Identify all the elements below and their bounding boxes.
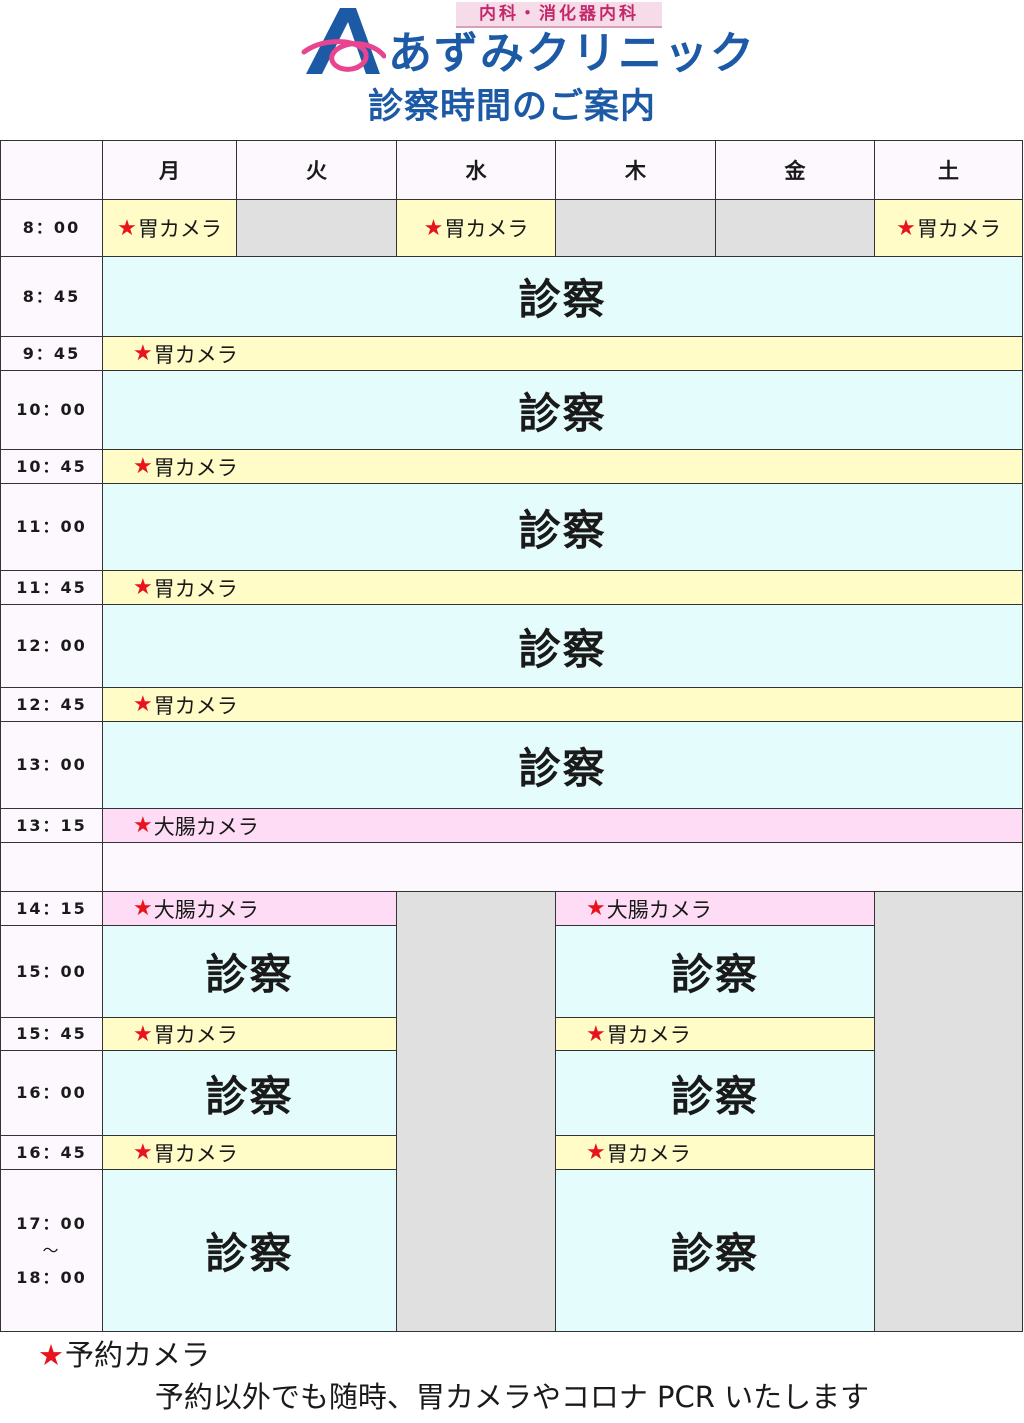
star-icon: ★ [896,215,916,241]
time-800: 8：00 [0,199,103,257]
thu-fri-consultation: 診察 [555,925,875,1018]
thu-fri-consultation: 診察 [555,1169,875,1332]
subtitle-banner: 内科・消化器内科 [456,2,662,28]
day-wed: 水 [396,140,556,200]
mon-tue-colon-camera: ★ 大腸カメラ [102,891,397,926]
gastro-camera-row: ★ 胃カメラ [102,449,1023,484]
star-icon: ★ [133,341,153,366]
star-icon: ★ [133,575,153,600]
time-1045: 10：45 [0,449,103,484]
clinic-subtitle: 内科・消化器内科 [479,4,639,24]
time-945: 9：45 [0,336,103,371]
mon-gastro-camera: ★ 胃カメラ [102,199,237,257]
gastro-camera-row: ★ 胃カメラ [102,570,1023,605]
day-fri: 金 [715,140,875,200]
time-1600: 16：00 [0,1050,103,1136]
star-icon: ★ [586,1021,606,1047]
star-icon: ★ [133,813,153,838]
time-1315: 13：15 [0,808,103,843]
legend: ★予約カメラ [38,1335,210,1375]
time-1145: 11：45 [0,570,103,605]
day-thu: 木 [555,140,716,200]
corner-cell [0,140,103,200]
star-icon: ★ [423,215,444,241]
mon-tue-consultation: 診察 [102,925,397,1018]
break-row [102,842,1023,892]
thu-fri-colon-camera: ★ 大腸カメラ [555,891,875,926]
mon-tue-consultation: 診察 [102,1050,397,1136]
sat-afternoon-closed [874,891,1023,1332]
sat-gastro-camera: ★ 胃カメラ [874,199,1023,257]
header: 内科・消化器内科 あずみクリニック 診察時間のご案内 [0,0,1024,135]
star-icon: ★ [133,692,153,717]
star-icon: ★ [133,454,153,479]
time-1645: 16：45 [0,1135,103,1170]
clinic-name: あずみクリニック [388,28,756,79]
mon-tue-gastro-camera: ★ 胃カメラ [102,1017,397,1051]
page-title: 診察時間のご案内 [367,87,656,127]
mon-tue-gastro-camera: ★ 胃カメラ [102,1135,397,1170]
gastro-camera-row: ★ 胃カメラ [102,687,1023,722]
day-mon: 月 [102,140,237,200]
thu-fri-gastro-camera: ★ 胃カメラ [555,1017,875,1051]
schedule-table: 月 火 水 木 金 土 8：00 ★ 胃カメラ ★ 胃カメラ ★ 胃カメラ 8：45 … [0,140,1024,1332]
consultation-block: 診察 [102,721,1023,809]
time-845: 8：45 [0,256,103,337]
footer-note: 予約以外でも随時、胃カメラやコロナ PCR いたします [154,1380,870,1414]
fri-closed [715,199,875,257]
time-1500: 15：00 [0,925,103,1018]
consultation-block: 診察 [102,483,1023,571]
clinic-logo-icon [301,8,386,74]
break-time-label [0,842,103,892]
star-icon: ★ [133,1021,153,1047]
star-icon: ★ [38,1338,64,1372]
tue-closed [236,199,397,257]
consultation-block: 診察 [102,604,1023,688]
time-1245: 12：45 [0,687,103,722]
thu-fri-gastro-camera: ★ 胃カメラ [555,1135,875,1170]
thu-closed [555,199,716,257]
consultation-block: 診察 [102,370,1023,450]
star-icon: ★ [133,896,153,921]
time-1000: 10：00 [0,370,103,450]
consultation-block: 診察 [102,256,1023,337]
colon-camera-row: ★ 大腸カメラ [102,808,1023,843]
time-1415: 14：15 [0,891,103,926]
star-icon: ★ [133,1140,153,1165]
mon-tue-consultation: 診察 [102,1169,397,1332]
star-icon: ★ [586,1140,606,1165]
star-icon: ★ [586,896,606,921]
day-tue: 火 [236,140,397,200]
thu-fri-consultation: 診察 [555,1050,875,1136]
time-1100: 11：00 [0,483,103,571]
day-sat: 土 [874,140,1023,200]
time-1200: 12：00 [0,604,103,688]
time-1545: 15：45 [0,1017,103,1051]
wed-afternoon-closed [396,891,556,1332]
time-1300: 13：00 [0,721,103,809]
gastro-camera-row: ★ 胃カメラ [102,336,1023,371]
time-1700-1800: 17：00 ～ 18：00 [0,1169,103,1332]
wed-gastro-camera: ★ 胃カメラ [396,199,556,257]
legend-label: 予約カメラ [65,1338,211,1372]
star-icon: ★ [117,215,137,241]
